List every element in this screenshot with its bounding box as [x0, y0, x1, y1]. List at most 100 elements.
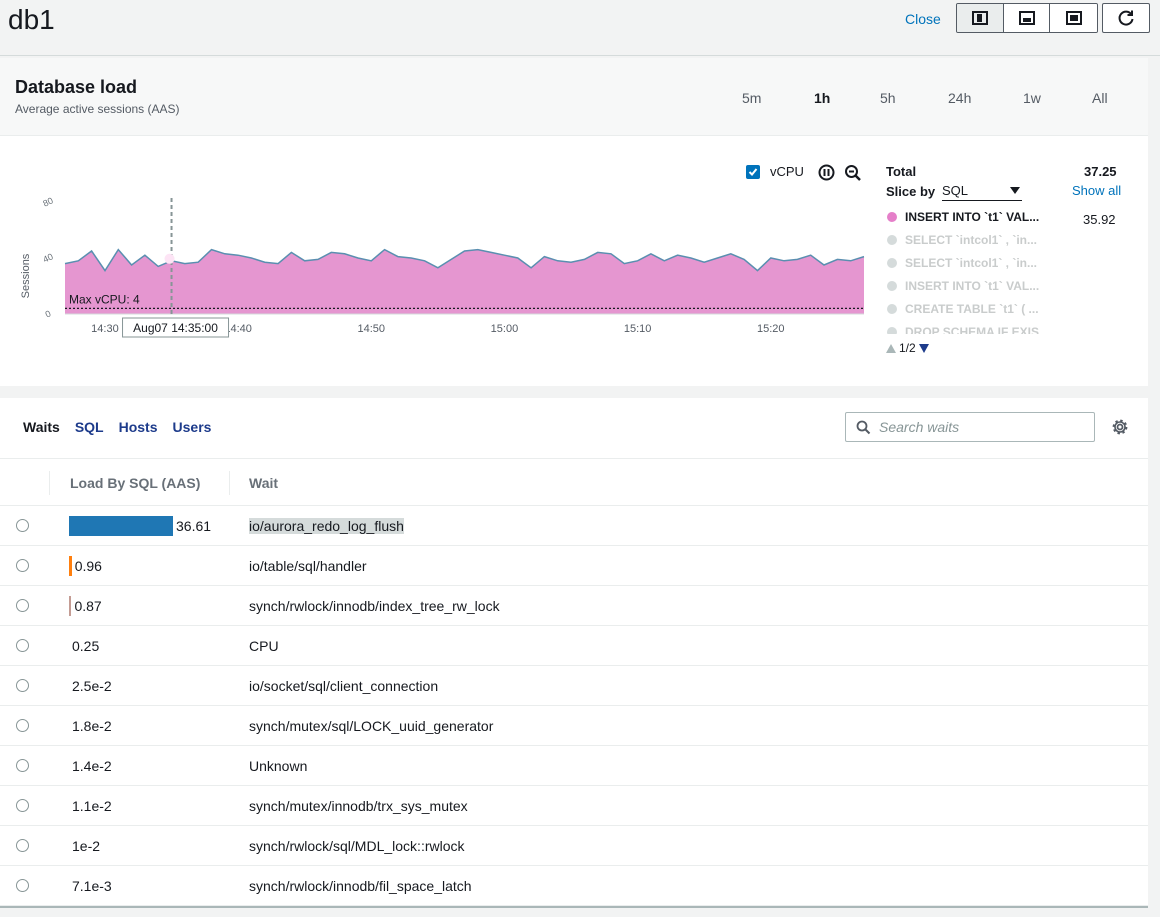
slice-by-label: Slice by: [886, 184, 936, 199]
wait-name: io/aurora_redo_log_flush: [249, 518, 404, 534]
range-1h[interactable]: 1h: [814, 90, 830, 106]
vcpu-checkbox[interactable]: [746, 165, 760, 179]
table-row[interactable]: 1.4e-2 Unknown: [0, 746, 1148, 786]
load-value: 1.8e-2: [72, 718, 112, 734]
wait-name: Unknown: [249, 758, 308, 774]
load-bar: [69, 596, 72, 616]
row-radio[interactable]: [16, 599, 29, 612]
page-title: db1: [8, 4, 55, 35]
layout-side-button[interactable]: [957, 4, 1004, 32]
search-waits-input[interactable]: [879, 417, 1084, 437]
legend-item[interactable]: SELECT `intcol1` , `in...: [886, 254, 1126, 277]
row-radio[interactable]: [16, 719, 29, 732]
layout-toggle-group: [956, 3, 1098, 33]
column-load[interactable]: Load By SQL (AAS): [70, 475, 200, 491]
load-value: 1.4e-2: [72, 758, 112, 774]
table-row[interactable]: 1e-2 synch/rwlock/sql/MDL_lock::rwlock: [0, 826, 1148, 866]
close-link[interactable]: Close: [905, 11, 941, 27]
layout-bottom-button[interactable]: [1003, 4, 1051, 32]
wait-name: synch/mutex/innodb/trx_sys_mutex: [249, 798, 468, 814]
legend-item-value: 35.92: [1083, 212, 1116, 227]
tab-hosts[interactable]: Hosts: [119, 419, 158, 435]
row-radio[interactable]: [16, 839, 29, 852]
legend-item[interactable]: INSERT INTO `t1` VAL... 35.92: [886, 208, 1126, 231]
legend-item-label: INSERT INTO `t1` VAL...: [905, 279, 1040, 293]
table-row[interactable]: 36.61 io/aurora_redo_log_flush: [0, 506, 1148, 546]
load-value: 1.1e-2: [72, 798, 112, 814]
legend-item[interactable]: CREATE TABLE `t1` ( ...: [886, 300, 1126, 323]
wait-name: synch/rwlock/sql/MDL_lock::rwlock: [249, 838, 465, 854]
hover-point: [164, 253, 175, 264]
row-radio[interactable]: [16, 679, 29, 692]
range-24h[interactable]: 24h: [948, 90, 971, 106]
tab-users[interactable]: Users: [173, 419, 212, 435]
column-divider: [229, 471, 230, 495]
load-value: 7.1e-3: [72, 878, 112, 894]
table-row[interactable]: 0.87 synch/rwlock/innodb/index_tree_rw_lo…: [0, 586, 1148, 626]
layout-full-button[interactable]: [1050, 4, 1097, 32]
legend-swatch: [887, 304, 897, 314]
wait-name: synch/rwlock/innodb/index_tree_rw_lock: [249, 598, 500, 614]
table-row[interactable]: 2.5e-2 io/socket/sql/client_connection: [0, 666, 1148, 706]
x-tick-label: 15:10: [624, 323, 652, 335]
legend-pager: 1/2: [886, 341, 929, 355]
total-value: 37.25: [1084, 164, 1117, 179]
range-1w[interactable]: 1w: [1023, 90, 1041, 106]
table-row[interactable]: 0.96 io/table/sql/handler: [0, 546, 1148, 586]
tab-waits[interactable]: Waits: [23, 419, 60, 435]
range-5h[interactable]: 5h: [880, 90, 896, 106]
legend-swatch: [887, 212, 897, 222]
dimensions-panel: Waits SQL Hosts Users Load By SQL (AAS) …: [0, 398, 1148, 908]
y-tick-label: 0: [44, 308, 53, 319]
top-bar: db1 Close: [0, 0, 1160, 56]
load-bar: [69, 516, 173, 536]
gear-icon[interactable]: [1111, 418, 1129, 436]
wait-name: io/socket/sql/client_connection: [249, 678, 439, 694]
load-value: 36.61: [176, 518, 212, 534]
column-divider: [49, 471, 50, 495]
tab-sql[interactable]: SQL: [75, 419, 104, 435]
row-radio[interactable]: [16, 639, 29, 652]
checkmark-icon: [748, 168, 758, 176]
table-row[interactable]: 7.1e-3 synch/rwlock/innodb/fil_space_latc…: [0, 866, 1148, 906]
pause-icon[interactable]: [818, 164, 835, 181]
page-down-icon[interactable]: [918, 343, 929, 353]
row-radio[interactable]: [16, 759, 29, 772]
x-tick-label: 14:30: [91, 323, 119, 335]
x-tick-label: 14:50: [358, 323, 386, 335]
wait-name: synch/rwlock/innodb/fil_space_latch: [249, 878, 472, 894]
tooltip-text: Aug07 14:35:00: [133, 321, 218, 335]
table-row[interactable]: 1.8e-2 synch/mutex/sql/LOCK_uuid_generato…: [0, 706, 1148, 746]
load-value: 2.5e-2: [72, 678, 112, 694]
row-radio[interactable]: [16, 879, 29, 892]
range-5m[interactable]: 5m: [742, 90, 761, 106]
refresh-button[interactable]: [1102, 3, 1150, 33]
show-all-link[interactable]: Show all: [1072, 183, 1121, 198]
column-wait[interactable]: Wait: [249, 475, 278, 491]
legend-item-label: SELECT `intcol1` , `in...: [905, 233, 1037, 247]
range-all[interactable]: All: [1092, 90, 1108, 106]
table-row[interactable]: 0.25 CPU: [0, 626, 1148, 666]
legend-item[interactable]: INSERT INTO `t1` VAL...: [886, 277, 1126, 300]
zoom-out-icon[interactable]: [844, 164, 862, 182]
load-bar: [69, 556, 72, 576]
legend-item-label: CREATE TABLE `t1` ( ...: [905, 302, 1039, 316]
row-radio[interactable]: [16, 559, 29, 572]
database-load-title: Database load: [15, 77, 138, 97]
legend-item[interactable]: SELECT `intcol1` , `in...: [886, 231, 1126, 254]
row-radio[interactable]: [16, 799, 29, 812]
database-load-subtitle: Average active sessions (AAS): [15, 102, 180, 116]
table-header: Load By SQL (AAS) Wait: [0, 458, 1148, 506]
legend-list: INSERT INTO `t1` VAL... 35.92 SELECT `intc…: [886, 208, 1126, 334]
wait-name: CPU: [249, 638, 279, 654]
load-value: 0.25: [72, 638, 100, 654]
page-up-icon[interactable]: [886, 343, 896, 353]
caret-down-icon: [1010, 187, 1020, 194]
y-axis-label: Sessions: [20, 253, 32, 298]
pager-text: 1/2: [899, 341, 916, 355]
row-radio[interactable]: [16, 519, 29, 532]
table-row[interactable]: 1.1e-2 synch/mutex/innodb/trx_sys_mutex: [0, 786, 1148, 826]
legend-item[interactable]: DROP SCHEMA IF EXIS...: [886, 323, 1126, 334]
search-box: [845, 412, 1095, 442]
legend-item-label: INSERT INTO `t1` VAL...: [905, 210, 1040, 224]
